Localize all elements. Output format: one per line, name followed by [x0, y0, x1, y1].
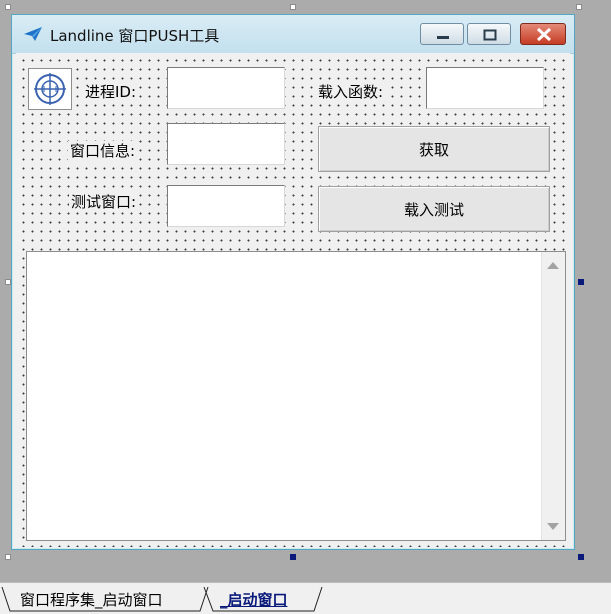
- close-icon: [536, 27, 552, 42]
- crosshair-icon: [34, 73, 66, 105]
- test-window-input[interactable]: [167, 185, 285, 227]
- load-test-button[interactable]: 载入测试: [318, 186, 550, 232]
- load-function-input[interactable]: [426, 67, 544, 109]
- target-logo: [28, 68, 72, 110]
- resize-handle-top-right[interactable]: [576, 4, 582, 10]
- window-info-label: 窗口信息:: [68, 141, 138, 161]
- form-window[interactable]: Landline 窗口PUSH工具 进程ID: 载入函数: 窗口信息: 获取 测…: [11, 14, 575, 550]
- window-info-input[interactable]: [167, 123, 285, 165]
- title-bar[interactable]: Landline 窗口PUSH工具: [12, 15, 574, 54]
- resize-handle-right[interactable]: [578, 279, 584, 285]
- process-id-input[interactable]: [167, 67, 285, 109]
- resize-handle-top[interactable]: [290, 4, 296, 10]
- resize-handle-top-left[interactable]: [5, 4, 11, 10]
- scroll-up-arrow-icon[interactable]: [547, 262, 559, 269]
- tab-window-program-set[interactable]: 窗口程序集_启动窗口: [20, 589, 163, 610]
- minimize-icon: [437, 36, 449, 39]
- load-function-label: 载入函数:: [316, 82, 386, 102]
- close-button[interactable]: [520, 23, 566, 45]
- process-id-label: 进程ID:: [83, 82, 139, 102]
- tab-startup-window[interactable]: _启动窗口: [220, 589, 288, 610]
- test-window-label: 测试窗口:: [69, 192, 139, 212]
- fetch-button[interactable]: 获取: [318, 126, 550, 172]
- minimize-button[interactable]: [420, 23, 464, 45]
- form-client-area: 进程ID: 载入函数: 窗口信息: 获取 测试窗口: 载入测试: [16, 53, 570, 547]
- vertical-scrollbar[interactable]: [541, 252, 565, 540]
- output-textarea[interactable]: [26, 251, 566, 541]
- bottom-tab-strip: 窗口程序集_启动窗口 _启动窗口: [0, 582, 611, 614]
- paper-plane-icon: [24, 27, 42, 41]
- resize-handle-bottom[interactable]: [290, 554, 296, 560]
- resize-handle-bottom-right[interactable]: [578, 554, 584, 560]
- scroll-down-arrow-icon[interactable]: [547, 523, 559, 530]
- maximize-icon: [483, 29, 497, 41]
- resize-handle-bottom-left[interactable]: [5, 554, 11, 560]
- window-title: Landline 窗口PUSH工具: [50, 27, 220, 45]
- maximize-button[interactable]: [467, 23, 511, 45]
